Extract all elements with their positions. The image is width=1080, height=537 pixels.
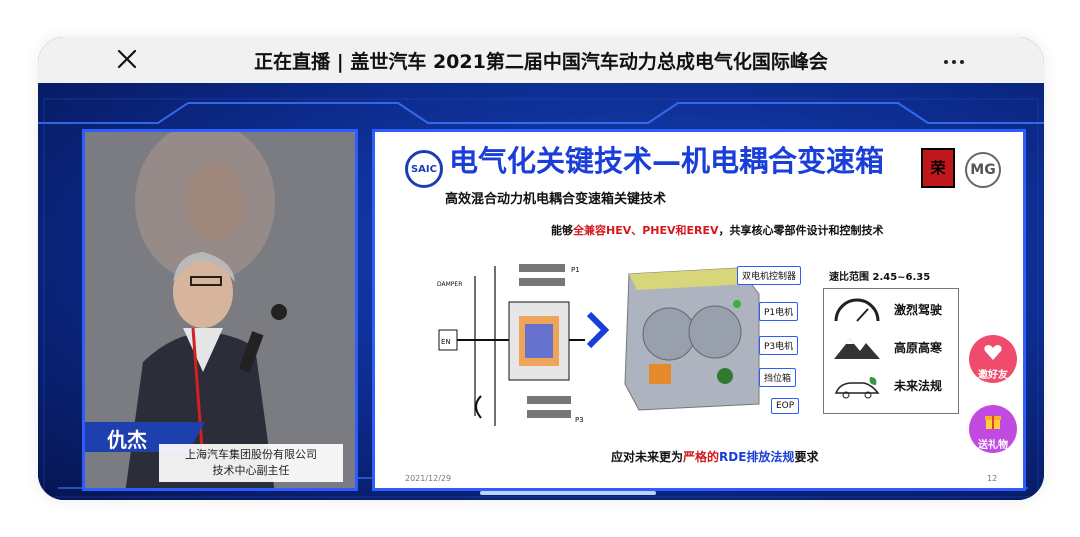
- compat-prefix: 能够: [551, 224, 573, 237]
- slide-subtitle: 高效混合动力机电耦合变速箱关键技术: [445, 192, 667, 207]
- speaker-video[interactable]: 仇杰 上海汽车集团股份有限公司 技术中心副主任: [82, 129, 358, 491]
- schematic-p3: P3: [575, 416, 584, 424]
- live-window: 正在直播 | 盖世汽车 2021第二届中国汽车动力总成电气化国际峰会 仇杰 上海…: [38, 37, 1044, 500]
- conclusion-red: 严格的: [683, 450, 720, 464]
- slide-conclusion: 应对未来更为严格的RDE排放法规要求: [611, 448, 818, 465]
- callout-p1-motor: P1电机: [759, 302, 799, 321]
- compatibility-note: 能够全兼容HEV、PHEV和EREV，共享核心零部件设计和控制技术: [551, 222, 884, 238]
- invite-friends-button[interactable]: 邀好友: [969, 335, 1017, 383]
- mg-logo: MG: [965, 152, 1001, 188]
- callout-eop: EOP: [771, 398, 800, 414]
- chevron-right-icon: [586, 312, 609, 348]
- eco-car-icon: [834, 377, 880, 399]
- slide-page-number: 12: [987, 474, 998, 483]
- feature-list: 激烈驾驶 高原高寒 未来法规: [823, 288, 959, 414]
- speedometer-icon: [834, 298, 880, 322]
- gift-icon: [985, 416, 1001, 429]
- speaker-company: 上海汽车集团股份有限公司: [185, 448, 317, 461]
- presentation-slide[interactable]: SAIC 电气化关键技术—机电耦合变速箱 荣 MG 高效混合动力机电耦合变速箱关…: [372, 129, 1026, 491]
- send-gift-button[interactable]: 送礼物: [969, 405, 1017, 453]
- conclusion-prefix: 应对未来更为: [611, 450, 684, 464]
- feature-high-altitude-cold: 高原高寒: [894, 341, 943, 355]
- compat-highlight: 全兼容HEV、PHEV和EREV: [573, 224, 719, 237]
- speaker-position: 技术中心副主任: [212, 464, 290, 477]
- callout-dual-motor-controller: 双电机控制器: [737, 266, 802, 285]
- speaker-affiliation: 上海汽车集团股份有限公司 技术中心副主任: [159, 444, 343, 482]
- schematic-damper: DAMPER: [437, 281, 462, 288]
- speed-ratio-range: 速比范围 2.45~6.35: [829, 272, 931, 283]
- more-icon-dot: [952, 60, 956, 64]
- page-title: 正在直播 | 盖世汽车 2021第二届中国汽车动力总成电气化国际峰会: [254, 51, 828, 73]
- roewe-logo: 荣: [921, 148, 955, 188]
- saic-logo: SAIC: [405, 150, 443, 188]
- more-icon: [944, 60, 948, 64]
- slide-date: 2021/12/29: [405, 474, 452, 483]
- send-gift-label: 送礼物: [978, 440, 1008, 451]
- more-button[interactable]: [942, 49, 970, 69]
- slide-title: 电气化关键技术—机电耦合变速箱: [449, 144, 885, 178]
- live-stage: 仇杰 上海汽车集团股份有限公司 技术中心副主任 SAIC 电气化关键技术—机电耦…: [38, 83, 1044, 500]
- compat-suffix: ，共享核心零部件设计和控制技术: [718, 224, 884, 237]
- feature-aggressive-driving: 激烈驾驶: [894, 303, 943, 317]
- mountain-icon: [834, 339, 880, 359]
- callout-p3-motor: P3电机: [759, 336, 799, 355]
- callout-gear-box: 挡位箱: [759, 368, 797, 387]
- schematic-en: EN: [441, 338, 451, 346]
- schematic-p1: P1: [571, 266, 580, 274]
- scroll-indicator[interactable]: [480, 491, 656, 495]
- conclusion-highlight: RDE排放法规: [719, 450, 795, 464]
- close-icon: [117, 49, 137, 69]
- invite-friends-label: 邀好友: [978, 370, 1008, 381]
- feature-future-regulations: 未来法规: [894, 379, 943, 393]
- title-bar: 正在直播 | 盖世汽车 2021第二届中国汽车动力总成电气化国际峰会: [38, 37, 1044, 83]
- heart-gift-icon: [984, 345, 1002, 360]
- more-icon-dot: [960, 60, 964, 64]
- conclusion-suffix: 要求: [794, 450, 819, 464]
- close-button[interactable]: [114, 46, 140, 72]
